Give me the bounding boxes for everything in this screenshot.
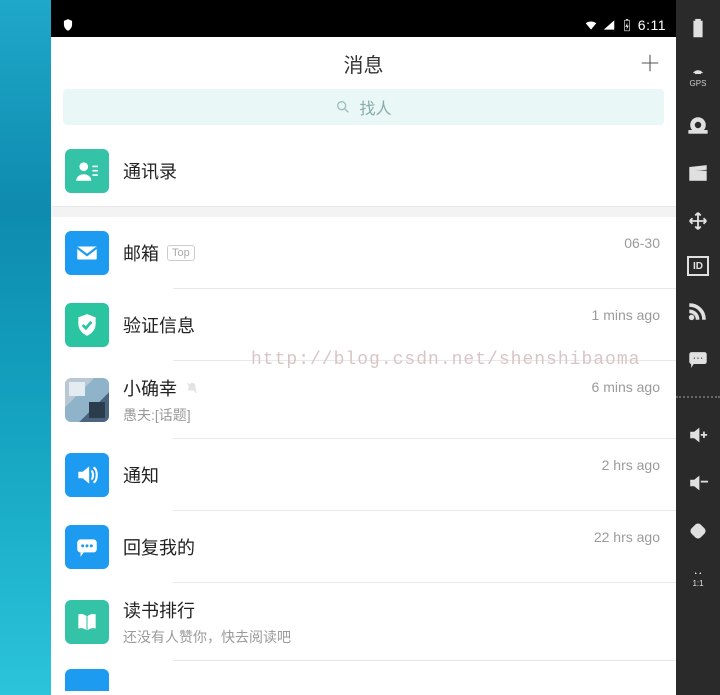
- emu-volume-down-button[interactable]: −: [685, 470, 711, 496]
- phone-frame: 6:11 消息 找人 通讯录: [51, 0, 676, 695]
- search-input[interactable]: 找人: [63, 89, 664, 125]
- section-gap: [51, 207, 676, 217]
- speaker-icon: [65, 453, 109, 497]
- svg-text:−: −: [701, 474, 709, 489]
- emu-id-button[interactable]: ID: [687, 256, 709, 276]
- chat-icon: [65, 525, 109, 569]
- search-wrap: 找人: [51, 89, 676, 135]
- android-status-bar: 6:11: [51, 12, 676, 37]
- item-time: 6 mins ago: [592, 379, 660, 395]
- desktop-background: [0, 0, 51, 695]
- emu-volume-up-button[interactable]: +: [685, 422, 711, 448]
- item-subtitle: 愚夫:[话题]: [123, 405, 662, 425]
- emu-camera-button[interactable]: [685, 112, 711, 138]
- wifi-icon: [584, 18, 598, 32]
- emu-ratio-button[interactable]: 1:1: [685, 566, 711, 592]
- page-title: 消息: [344, 49, 384, 78]
- search-icon: [335, 99, 351, 115]
- emu-clapper-button[interactable]: [685, 160, 711, 186]
- list-item[interactable]: 回复我的 22 hrs ago: [51, 511, 676, 583]
- battery-charging-icon: [620, 18, 634, 32]
- list-item[interactable]: 小确幸 愚夫:[话题] 6 mins ago: [51, 361, 676, 439]
- item-title: 验证信息: [123, 312, 195, 338]
- avatar-partial: [65, 669, 109, 691]
- list-item[interactable]: 验证信息 1 mins ago: [51, 289, 676, 361]
- emu-sms-button[interactable]: [685, 346, 711, 372]
- emu-gps-button[interactable]: GPS: [685, 64, 711, 90]
- item-title: 通知: [123, 462, 159, 488]
- search-placeholder: 找人: [359, 95, 391, 119]
- list-item-partial[interactable]: [51, 661, 676, 691]
- compose-button[interactable]: [636, 49, 664, 77]
- contacts-icon: [65, 149, 109, 193]
- item-title: 回复我的: [123, 534, 195, 560]
- contacts-label: 通讯录: [123, 158, 177, 184]
- svg-text:+: +: [701, 430, 707, 442]
- emu-battery-button[interactable]: [685, 16, 711, 42]
- avatar-image: [65, 378, 109, 422]
- top-badge: Top: [167, 245, 195, 261]
- emulator-titlebar: [51, 0, 676, 12]
- item-time: 2 hrs ago: [602, 457, 660, 473]
- item-time: 1 mins ago: [592, 307, 660, 323]
- status-time: 6:11: [638, 17, 666, 33]
- mail-icon: [65, 231, 109, 275]
- item-time: 22 hrs ago: [594, 529, 660, 545]
- emu-move-button[interactable]: [685, 208, 711, 234]
- mute-icon: [185, 381, 199, 395]
- emu-rss-button[interactable]: [685, 298, 711, 324]
- signal-icon: [602, 18, 616, 32]
- list-item[interactable]: 读书排行 还没有人赞你，快去阅读吧: [51, 583, 676, 661]
- plus-icon: [639, 52, 661, 74]
- book-icon: [65, 600, 109, 644]
- item-subtitle: 还没有人赞你，快去阅读吧: [123, 627, 662, 647]
- item-title: 邮箱: [123, 240, 159, 266]
- list-item[interactable]: 邮箱 Top 06-30: [51, 217, 676, 289]
- emu-divider: [676, 396, 720, 398]
- emu-rotate-button[interactable]: [685, 518, 711, 544]
- contacts-row[interactable]: 通讯录: [51, 135, 676, 207]
- item-title: 小确幸: [123, 375, 177, 401]
- list-item[interactable]: 通知 2 hrs ago: [51, 439, 676, 511]
- privacy-icon: [61, 18, 75, 32]
- item-title: 读书排行: [123, 597, 195, 623]
- item-time: 06-30: [624, 235, 660, 251]
- app-header: 消息: [51, 37, 676, 89]
- emulator-sidebar: GPS ID + − 1:1: [676, 0, 720, 695]
- shield-icon: [65, 303, 109, 347]
